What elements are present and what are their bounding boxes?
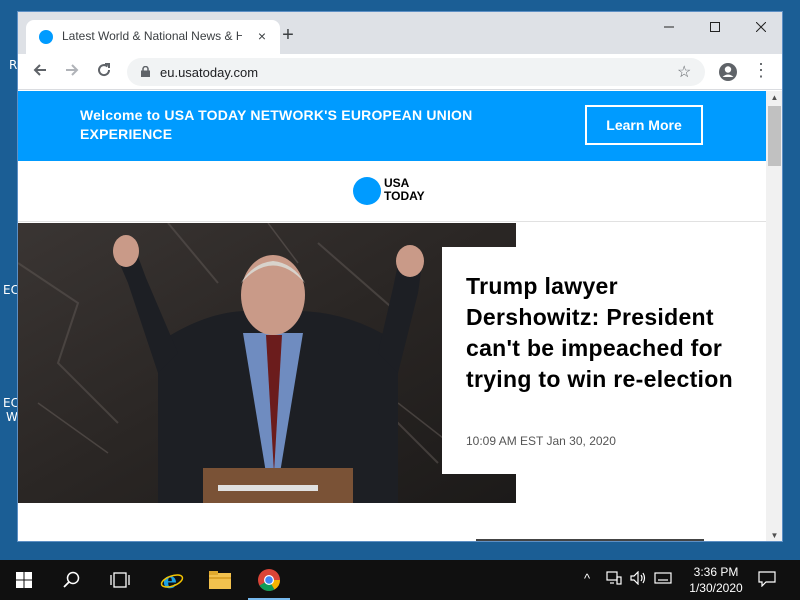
article-timestamp: 10:09 AM EST Jan 30, 2020 — [466, 434, 616, 448]
maximize-icon — [710, 22, 720, 32]
site-logo[interactable]: USA TODAY — [384, 177, 425, 203]
file-explorer-button[interactable] — [196, 560, 244, 600]
lock-icon — [141, 66, 150, 77]
title-bar: Latest World & National News & Headlines… — [18, 12, 782, 54]
notification-icon — [758, 571, 776, 588]
usatoday-logo-icon[interactable] — [353, 177, 381, 205]
address-bar[interactable]: eu.usatoday.com ☆ — [127, 58, 705, 86]
arrow-right-icon — [66, 64, 79, 76]
browser-tab[interactable]: Latest World & National News & Headlines… — [26, 20, 280, 54]
reload-button[interactable] — [92, 60, 116, 84]
maximize-button[interactable] — [692, 12, 738, 42]
network-icon — [606, 571, 622, 585]
search-icon — [63, 571, 80, 588]
page-viewport: Welcome to USA TODAY NETWORK'S EUROPEAN … — [18, 91, 766, 541]
site-header: USA TODAY — [18, 161, 766, 222]
headline-card[interactable]: Trump lawyer Dershowitz: President can't… — [442, 247, 766, 474]
arrow-left-icon — [33, 64, 46, 76]
scroll-down-icon[interactable]: ▼ — [766, 529, 782, 541]
minimize-button[interactable] — [646, 12, 692, 42]
internet-explorer-button[interactable]: e — [148, 560, 196, 600]
chrome-icon — [258, 569, 280, 591]
learn-more-button[interactable]: Learn More — [585, 105, 703, 145]
tab-title: Latest World & National News & Headlines — [62, 29, 242, 43]
taskbar: e ^ 3:36 PM 1/30/2020 — [0, 560, 800, 600]
usatoday-favicon-icon — [39, 30, 53, 44]
eu-banner: Welcome to USA TODAY NETWORK'S EUROPEAN … — [18, 91, 766, 161]
profile-icon[interactable] — [718, 62, 738, 82]
scroll-thumb[interactable] — [768, 106, 781, 166]
show-hidden-icons-button[interactable]: ^ — [584, 571, 590, 586]
close-icon — [755, 21, 767, 33]
windows-logo-icon — [16, 572, 32, 588]
start-button[interactable] — [0, 560, 48, 600]
chevron-up-icon: ^ — [584, 571, 591, 586]
search-button[interactable] — [48, 560, 96, 600]
folder-icon — [209, 571, 231, 589]
close-window-button[interactable] — [738, 12, 782, 42]
network-tray-button[interactable] — [606, 571, 622, 588]
reload-icon — [98, 63, 111, 77]
eu-banner-text: Welcome to USA TODAY NETWORK'S EUROPEAN … — [80, 107, 473, 142]
volume-tray-button[interactable] — [630, 570, 648, 588]
task-view-icon — [110, 572, 130, 588]
minimize-icon — [664, 26, 674, 28]
task-view-button[interactable] — [96, 560, 144, 600]
back-button[interactable] — [28, 60, 52, 84]
tab-close-icon[interactable]: × — [252, 26, 272, 46]
action-center-button[interactable] — [758, 571, 776, 590]
browser-toolbar: eu.usatoday.com ☆ ⋮ — [18, 54, 782, 90]
ime-tray-button[interactable] — [654, 571, 672, 588]
clock-date: 1/30/2020 — [689, 581, 743, 595]
browser-window: Latest World & National News & Headlines… — [17, 11, 783, 542]
chrome-button[interactable] — [245, 560, 293, 600]
logo-line-2: TODAY — [384, 189, 425, 203]
scroll-up-icon[interactable]: ▲ — [766, 91, 782, 105]
url-text[interactable]: eu.usatoday.com — [160, 65, 258, 80]
article-headline[interactable]: Trump lawyer Dershowitz: President can't… — [466, 271, 756, 395]
new-tab-button[interactable]: + — [276, 24, 300, 48]
keyboard-icon — [654, 572, 672, 584]
svg-text:e: e — [163, 568, 177, 592]
vertical-scrollbar[interactable]: ▲ ▼ — [766, 91, 782, 541]
forward-button[interactable] — [60, 60, 84, 84]
next-article-image[interactable] — [476, 539, 704, 541]
system-clock[interactable]: 3:36 PM 1/30/2020 — [682, 564, 750, 596]
internet-explorer-icon: e — [160, 568, 184, 592]
bookmark-star-icon[interactable]: ☆ — [677, 62, 691, 82]
kebab-menu-icon[interactable]: ⋮ — [752, 60, 770, 81]
volume-icon — [630, 570, 646, 586]
clock-time: 3:36 PM — [693, 565, 739, 579]
